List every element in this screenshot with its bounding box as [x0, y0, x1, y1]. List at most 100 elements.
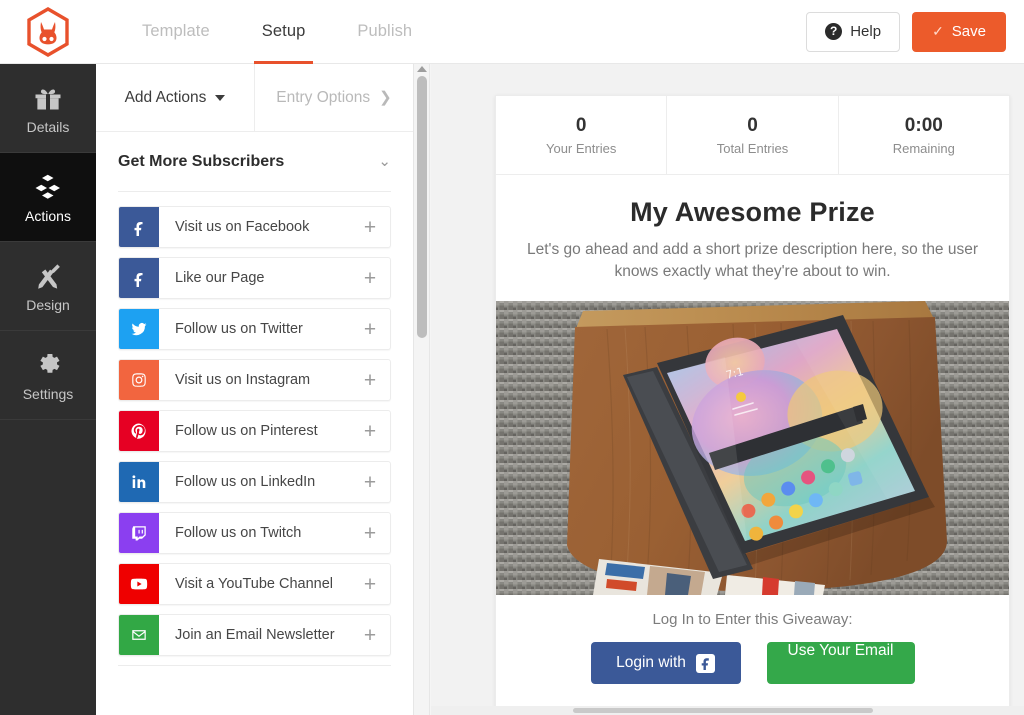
- add-action-plus-icon[interactable]: +: [350, 217, 390, 238]
- panel-tabs: Add Actions Entry Options ❯: [96, 64, 413, 132]
- action-group-title: Get More Subscribers: [118, 152, 285, 170]
- tab-add-actions-label: Add Actions: [124, 88, 207, 106]
- tab-setup[interactable]: Setup: [236, 0, 332, 64]
- scrollbar-thumb[interactable]: [417, 76, 427, 338]
- action-group-header[interactable]: Get More Subscribers ⌄: [118, 132, 391, 192]
- question-circle-icon: ?: [825, 23, 843, 40]
- envelope-icon: [119, 615, 159, 655]
- list-item[interactable]: Like our Page +: [118, 257, 391, 299]
- list-item-label: Visit us on Facebook: [175, 219, 310, 235]
- sidebar-item-design[interactable]: Design: [0, 242, 96, 331]
- scroll-up-arrow-icon[interactable]: [417, 66, 427, 72]
- list-item-label: Like our Page: [175, 270, 265, 286]
- prize-header: My Awesome Prize Let's go ahead and add …: [496, 175, 1009, 301]
- page-title: My Awesome Prize: [630, 197, 875, 227]
- sidebar-rail: Details Actions Design Settings: [0, 64, 96, 715]
- add-action-plus-icon[interactable]: +: [350, 268, 390, 289]
- list-item[interactable]: Join an Email Newsletter +: [118, 614, 391, 656]
- list-item-label: Join an Email Newsletter: [175, 627, 335, 643]
- actions-panel: Add Actions Entry Options ❯ Get More Sub…: [96, 64, 414, 715]
- action-list: Visit us on Facebook + Like our Page + F…: [96, 192, 413, 656]
- facebook-icon: [119, 207, 159, 247]
- tab-publish[interactable]: Publish: [331, 0, 438, 64]
- help-button[interactable]: ? Help: [806, 11, 901, 52]
- list-item[interactable]: Visit us on Instagram +: [118, 359, 391, 401]
- twitch-icon: [119, 513, 159, 553]
- list-item[interactable]: Follow us on Pinterest +: [118, 410, 391, 452]
- save-button[interactable]: ✓ Save: [912, 11, 1006, 52]
- login-with-facebook-button[interactable]: Login with: [590, 642, 741, 684]
- add-action-plus-icon[interactable]: +: [350, 319, 390, 340]
- list-item-label: Follow us on Twitter: [175, 321, 303, 337]
- tablet-on-wooden-table-photo: 7:1: [496, 301, 1009, 595]
- top-bar: Template Setup Publish ? Help ✓ Save: [0, 0, 1024, 64]
- list-item[interactable]: Follow us on LinkedIn +: [118, 461, 391, 503]
- twitter-icon: [119, 309, 159, 349]
- stat-label: Total Entries: [716, 140, 789, 156]
- stat-label: Your Entries: [545, 140, 617, 156]
- stat-value: 0: [747, 114, 758, 136]
- prize-image: 7:1: [496, 301, 1009, 595]
- linkedin-icon: [119, 462, 159, 502]
- youtube-icon: [119, 564, 159, 604]
- facebook-icon: [695, 653, 715, 673]
- list-item-label: Follow us on Twitch: [175, 525, 302, 541]
- add-action-plus-icon[interactable]: +: [350, 523, 390, 544]
- tab-entry-options-label: Entry Options: [276, 88, 371, 106]
- gear-icon: [40, 353, 60, 373]
- stat-your-entries: 0 Your Entries: [496, 96, 666, 174]
- list-item[interactable]: Follow us on Twitch +: [118, 512, 391, 554]
- facebook-icon: [119, 258, 159, 298]
- pinterest-icon: [119, 411, 159, 451]
- chevron-right-icon: ❯: [379, 89, 392, 106]
- prize-description: Let's go ahead and add a short prize des…: [526, 241, 979, 280]
- entry-stats: 0 Your Entries 0 Total Entries 0:00 Rema…: [496, 96, 1009, 175]
- add-action-plus-icon[interactable]: +: [350, 370, 390, 391]
- sidebar-item-actions[interactable]: Actions: [0, 153, 96, 242]
- brand-logo[interactable]: [0, 0, 96, 64]
- stat-value: 0:00: [904, 114, 943, 136]
- use-your-email-label: Use Your Email: [787, 642, 894, 659]
- sidebar-item-label: Settings: [22, 385, 74, 402]
- sidebar-item-details[interactable]: Details: [0, 64, 96, 153]
- list-item-label: Visit us on Instagram: [175, 372, 311, 388]
- top-bar-actions: ? Help ✓ Save: [806, 11, 1024, 52]
- brush-pencil-icon: [38, 263, 60, 289]
- use-your-email-button[interactable]: Use Your Email: [766, 642, 915, 684]
- tab-template[interactable]: Template: [116, 0, 236, 64]
- list-end-divider: [118, 665, 391, 666]
- save-button-label: Save: [951, 23, 986, 40]
- add-action-plus-icon[interactable]: +: [350, 574, 390, 595]
- preview-horizontal-scrollbar[interactable]: [431, 706, 1024, 715]
- login-buttons: Login with Use Your Email: [496, 642, 1009, 684]
- help-button-label: Help: [850, 23, 882, 40]
- tab-add-actions[interactable]: Add Actions: [96, 64, 254, 132]
- stat-label: Remaining: [892, 140, 955, 156]
- login-section: Log In to Enter this Giveaway: Login wit…: [496, 595, 1009, 710]
- chevron-down-icon[interactable]: ⌄: [378, 154, 391, 169]
- list-item[interactable]: Follow us on Twitter +: [118, 308, 391, 350]
- sidebar-item-label: Actions: [25, 207, 71, 224]
- blocks-icon: [35, 174, 60, 199]
- panel-vertical-scrollbar[interactable]: [414, 64, 430, 715]
- add-action-plus-icon[interactable]: +: [350, 625, 390, 646]
- giveaway-preview-card: 0 Your Entries 0 Total Entries 0:00 Rema…: [495, 95, 1010, 711]
- tab-entry-options[interactable]: Entry Options ❯: [254, 64, 413, 132]
- add-action-plus-icon[interactable]: +: [350, 472, 390, 493]
- check-icon: ✓: [932, 23, 944, 39]
- list-item[interactable]: Visit a YouTube Channel +: [118, 563, 391, 605]
- sidebar-item-settings[interactable]: Settings: [0, 331, 96, 420]
- gift-icon: [35, 88, 61, 109]
- main-tabs: Template Setup Publish: [116, 0, 438, 64]
- list-item-label: Follow us on LinkedIn: [175, 474, 316, 490]
- sidebar-item-label: Details: [26, 118, 70, 135]
- stat-remaining: 0:00 Remaining: [837, 96, 1009, 174]
- list-item-label: Follow us on Pinterest: [175, 423, 318, 439]
- rafflepress-giveaway-builder: Template Setup Publish ? Help ✓ Save Det…: [0, 0, 1024, 715]
- instagram-icon: [119, 360, 159, 400]
- scrollbar-thumb[interactable]: [573, 708, 873, 713]
- add-action-plus-icon[interactable]: +: [350, 421, 390, 442]
- stat-total-entries: 0 Total Entries: [666, 96, 837, 174]
- giveaway-preview-area: 0 Your Entries 0 Total Entries 0:00 Rema…: [431, 64, 1024, 715]
- list-item[interactable]: Visit us on Facebook +: [118, 206, 391, 248]
